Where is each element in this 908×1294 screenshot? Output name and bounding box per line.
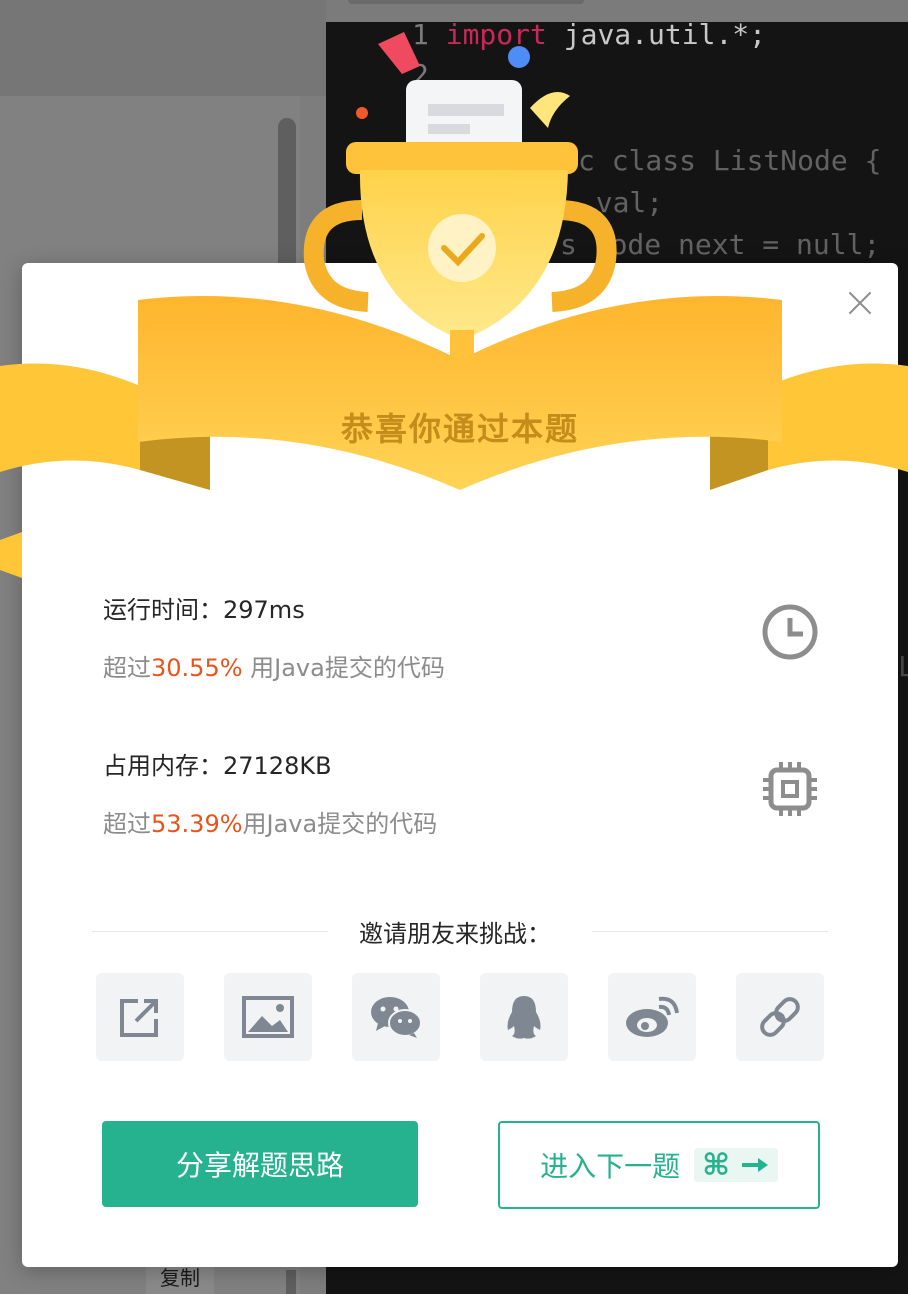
qq-icon <box>507 996 541 1039</box>
wechat-icon <box>371 997 422 1038</box>
chip-icon <box>763 762 817 816</box>
clock-icon <box>762 604 818 660</box>
share-external-button[interactable] <box>96 973 184 1061</box>
share-weibo-button[interactable] <box>608 973 696 1061</box>
share-solution-button[interactable]: 分享解题思路 <box>102 1121 418 1207</box>
keyboard-shortcut-badge: ⌘ <box>694 1147 778 1183</box>
trophy-illustration <box>0 32 908 578</box>
weibo-icon <box>626 996 679 1037</box>
dialog-title: 恭喜你通过本题 <box>340 410 579 448</box>
share-image-button[interactable] <box>224 973 312 1061</box>
next-problem-button[interactable]: 进入下一题 ⌘ <box>498 1121 820 1209</box>
divider-left <box>92 931 328 932</box>
runtime-percentile: 超过30.55% 用Java提交的代码 <box>103 654 445 682</box>
share-wechat-button[interactable] <box>352 973 440 1061</box>
memory-stat: 占用内存：27128KB <box>103 752 332 780</box>
external-share-icon <box>120 999 158 1037</box>
left-panel-scrollbar-bottom[interactable] <box>286 1270 296 1294</box>
invite-label: 邀请朋友来挑战： <box>359 920 551 948</box>
next-problem-label: 进入下一题 <box>540 1150 681 1183</box>
code-fragment: L <box>898 650 908 683</box>
copy-link-button[interactable] <box>736 973 824 1061</box>
command-key-icon: ⌘ <box>702 1147 730 1183</box>
arrow-right-icon <box>741 1158 768 1172</box>
share-solution-label: 分享解题思路 <box>175 1149 344 1182</box>
image-icon <box>242 996 294 1038</box>
close-button[interactable] <box>843 286 877 320</box>
link-icon <box>760 997 800 1037</box>
share-qq-button[interactable] <box>480 973 568 1061</box>
divider-right <box>592 931 828 932</box>
runtime-stat: 运行时间：297ms <box>103 596 305 624</box>
memory-percentile: 超过53.39%用Java提交的代码 <box>103 810 438 838</box>
